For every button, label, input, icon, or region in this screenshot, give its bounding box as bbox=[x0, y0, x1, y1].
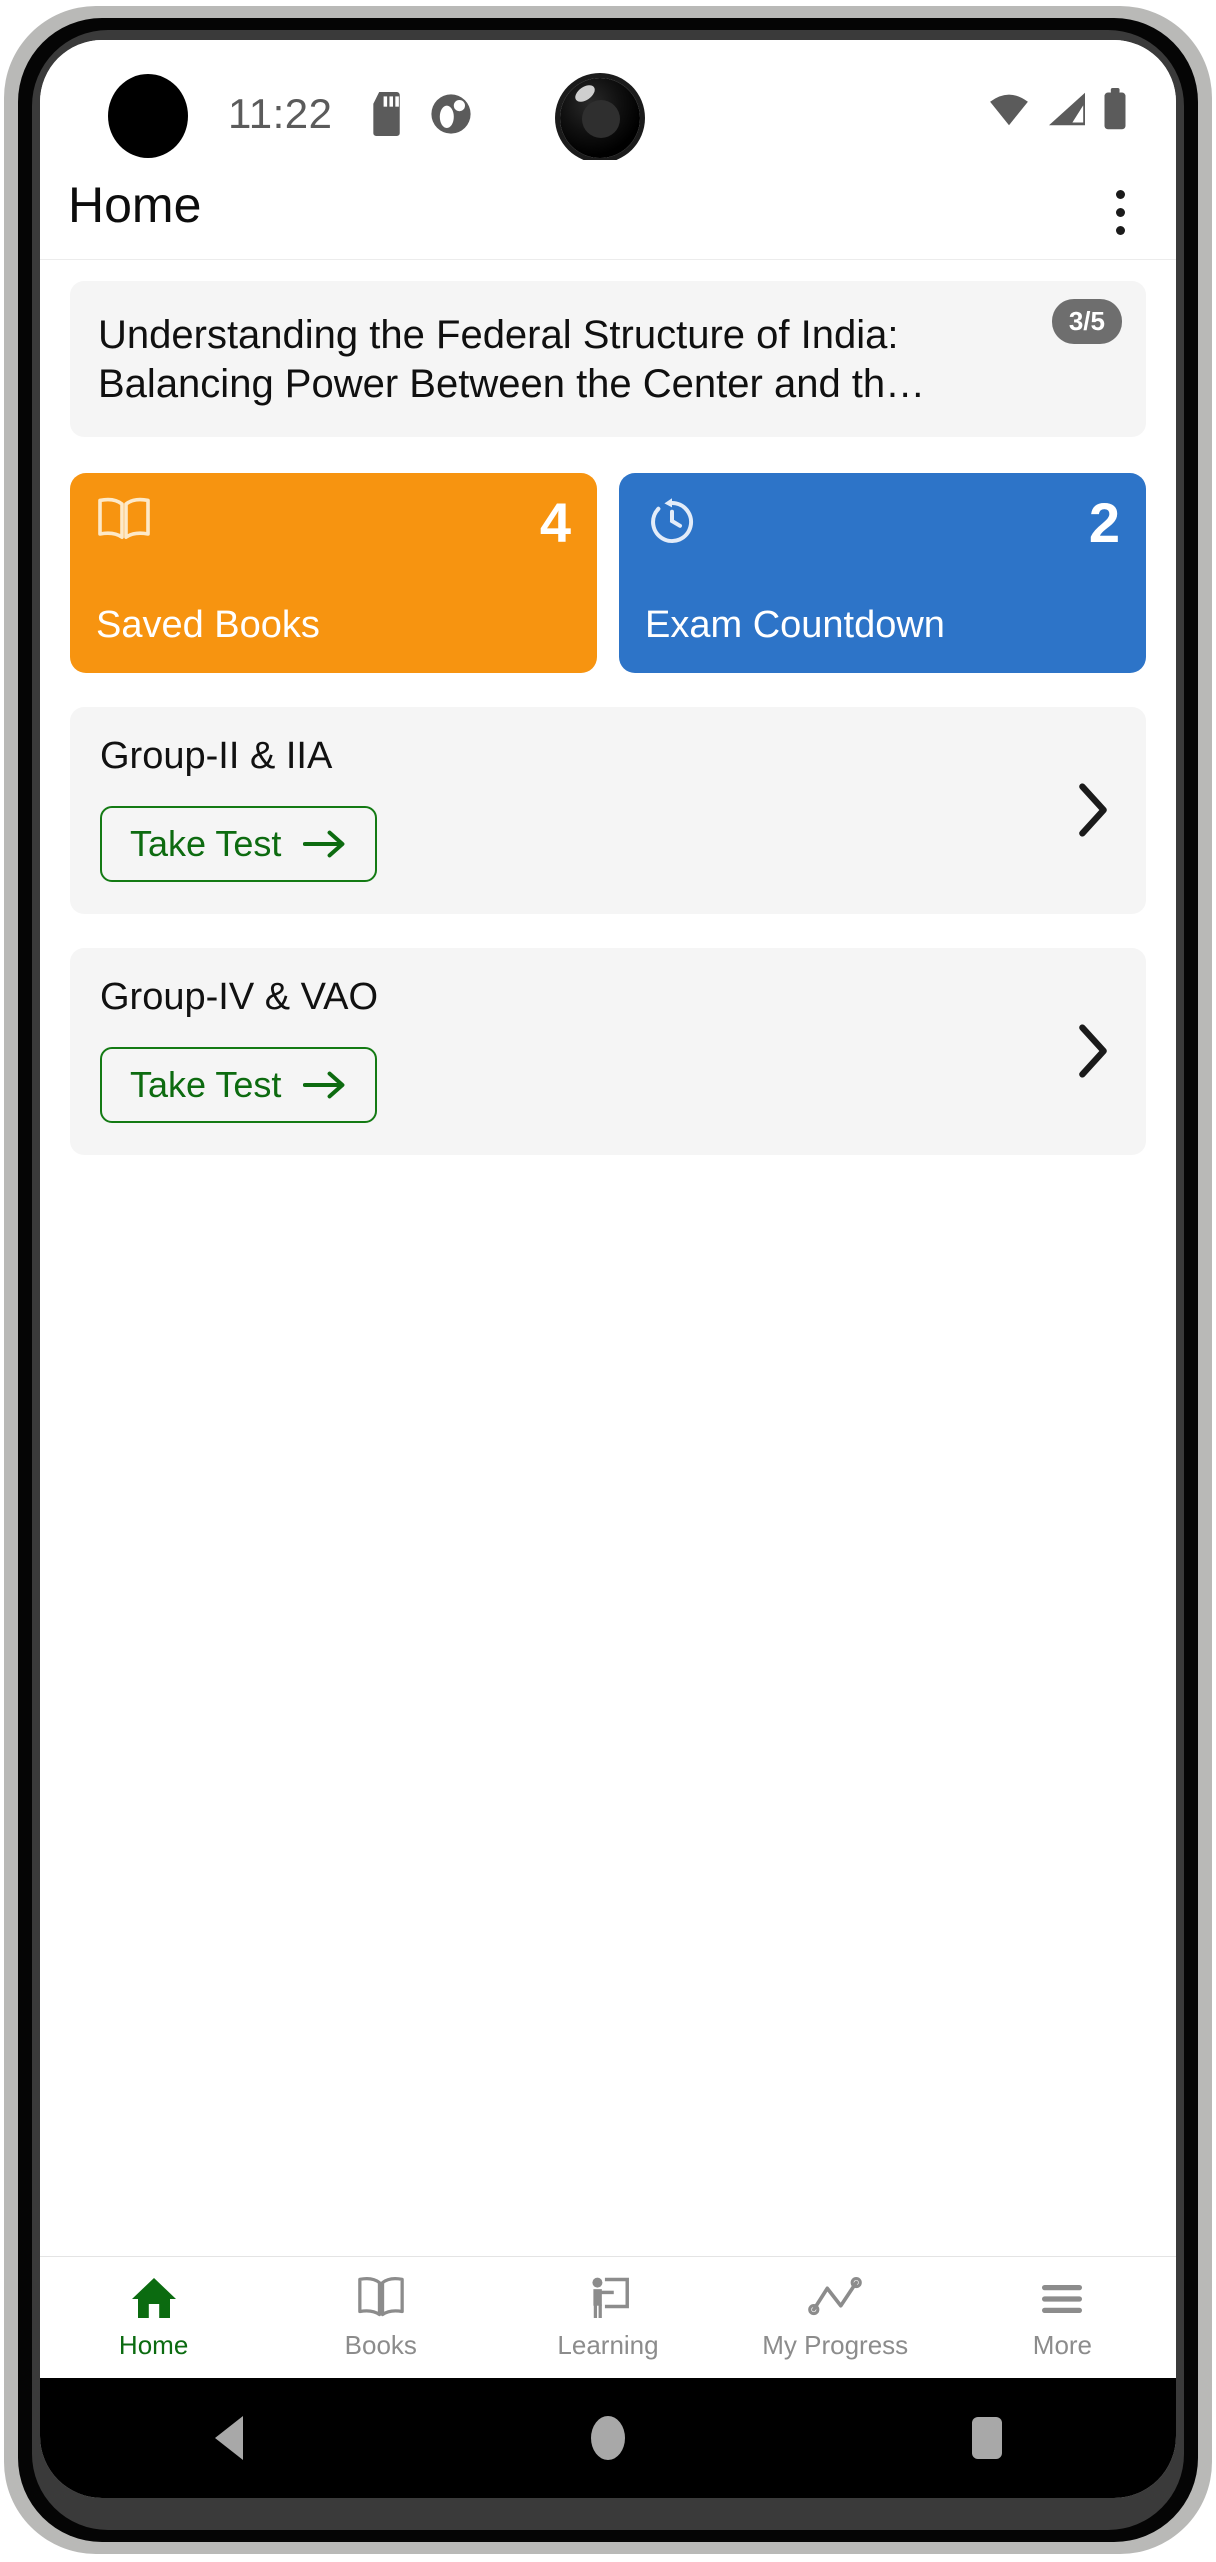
android-recents-button[interactable] bbox=[797, 2417, 1176, 2459]
front-camera-punch-hole bbox=[560, 78, 640, 158]
take-test-label: Take Test bbox=[130, 1063, 282, 1105]
nav-label-books: Books bbox=[344, 2330, 417, 2360]
arrow-right-icon bbox=[303, 830, 345, 857]
main-content: Understanding the Federal Structure of I… bbox=[40, 261, 1176, 2261]
device-frame: 11:22 Home Understanding the Federal Str… bbox=[4, 6, 1212, 2556]
arrow-right-icon bbox=[303, 1071, 345, 1098]
nav-item-home[interactable]: Home bbox=[40, 2257, 267, 2378]
stat-card-row: 4 Saved Books 2 Exam Countdown bbox=[70, 472, 1146, 673]
overflow-dot bbox=[1115, 189, 1125, 199]
nav-label-my-progress: My Progress bbox=[762, 2330, 909, 2360]
screen-corner-blob bbox=[108, 74, 188, 158]
chevron-right-icon[interactable] bbox=[1076, 1023, 1110, 1079]
take-test-label: Take Test bbox=[130, 822, 282, 864]
take-test-button-1[interactable]: Take Test bbox=[100, 1046, 378, 1123]
saved-books-count: 4 bbox=[539, 490, 571, 554]
stat-card-top: 2 bbox=[645, 490, 1120, 554]
recents-square-icon bbox=[971, 2417, 1002, 2459]
nav-item-my-progress[interactable]: My Progress bbox=[722, 2257, 949, 2378]
cellular-signal-icon bbox=[1049, 92, 1085, 126]
saved-books-card[interactable]: 4 Saved Books bbox=[70, 472, 597, 673]
overflow-dot bbox=[1115, 225, 1125, 235]
phone-screen: 11:22 Home Understanding the Federal Str… bbox=[40, 40, 1176, 2498]
stat-card-top: 4 bbox=[96, 490, 571, 554]
stopwatch-icon bbox=[651, 497, 694, 543]
book-icon bbox=[358, 2276, 404, 2317]
hamburger-menu-icon bbox=[1042, 2285, 1083, 2313]
overflow-menu-icon[interactable] bbox=[1094, 182, 1146, 242]
exam-countdown-card[interactable]: 2 Exam Countdown bbox=[619, 472, 1146, 673]
line-chart-icon bbox=[808, 2276, 863, 2316]
android-system-nav bbox=[40, 2378, 1176, 2498]
overflow-dot bbox=[1115, 207, 1125, 217]
continue-reading-card[interactable]: Understanding the Federal Structure of I… bbox=[70, 281, 1146, 437]
nav-label-more: More bbox=[1032, 2330, 1093, 2360]
take-test-button-0[interactable]: Take Test bbox=[100, 805, 378, 882]
page-title: Home bbox=[68, 177, 202, 233]
notification-dot-icon bbox=[431, 94, 471, 134]
teacher-board-icon bbox=[592, 2277, 629, 2318]
status-icons bbox=[986, 88, 1128, 130]
nav-label-learning: Learning bbox=[557, 2330, 659, 2360]
android-home-button[interactable] bbox=[419, 2416, 798, 2460]
saved-books-label: Saved Books bbox=[96, 603, 320, 646]
progress-badge: 3/5 bbox=[1051, 299, 1122, 344]
status-bar: 11:22 bbox=[40, 40, 1176, 160]
open-book-icon bbox=[98, 497, 150, 539]
exam-countdown-label: Exam Countdown bbox=[645, 603, 945, 646]
sd-card-icon bbox=[373, 92, 400, 136]
battery-icon bbox=[1104, 88, 1126, 130]
group-card-0[interactable]: Group-II & IIA Take Test bbox=[70, 706, 1146, 914]
wifi-icon bbox=[990, 94, 1028, 126]
nav-label-home: Home bbox=[118, 2330, 189, 2360]
app-bar: Home bbox=[40, 160, 1176, 260]
home-icon bbox=[131, 2278, 176, 2318]
nav-item-learning[interactable]: Learning bbox=[494, 2257, 721, 2378]
article-title: Understanding the Federal Structure of I… bbox=[98, 313, 926, 406]
status-time: 11:22 bbox=[228, 90, 333, 137]
nav-item-books[interactable]: Books bbox=[267, 2257, 494, 2378]
exam-countdown-count: 2 bbox=[1088, 490, 1120, 554]
android-back-button[interactable] bbox=[40, 2416, 419, 2460]
group-card-1[interactable]: Group-IV & VAO Take Test bbox=[70, 947, 1146, 1155]
nav-item-more[interactable]: More bbox=[949, 2257, 1176, 2378]
back-triangle-icon bbox=[215, 2416, 244, 2460]
group-title: Group-IV & VAO bbox=[100, 975, 379, 1018]
group-title: Group-II & IIA bbox=[100, 734, 333, 777]
chevron-right-icon[interactable] bbox=[1076, 782, 1110, 838]
home-circle-icon bbox=[591, 2416, 625, 2460]
bottom-navigation: Home Books Learning My Progress More bbox=[40, 2256, 1176, 2378]
